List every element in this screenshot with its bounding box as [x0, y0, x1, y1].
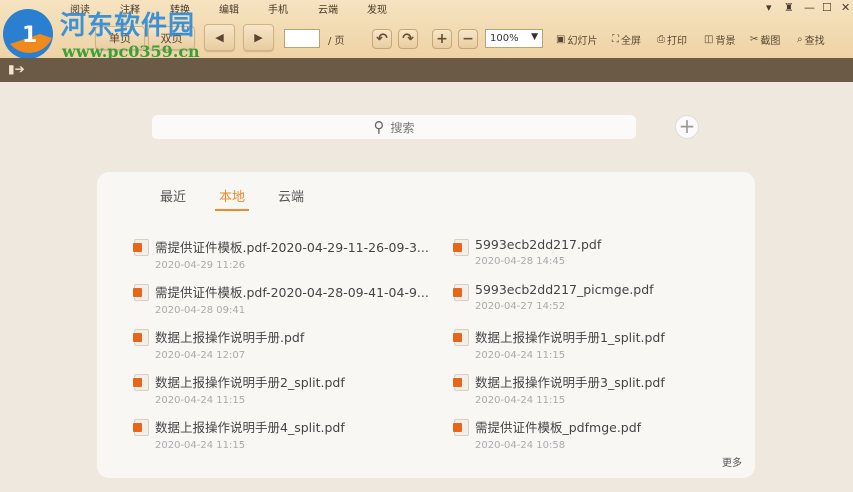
zoom-out-icon[interactable]: − [458, 29, 478, 49]
file-date: 2020-04-28 09:41 [155, 305, 246, 316]
background-button[interactable]: ◫ 背景 [704, 32, 735, 47]
file-item[interactable]: 需提供证件模板.pdf-2020-04-29-11-26-09-3... 2020… [133, 237, 429, 271]
file-item[interactable]: 5993ecb2dd217.pdf 2020-04-28 14:45 [453, 237, 602, 267]
file-item[interactable]: 数据上报操作说明手册3_split.pdf 2020-04-24 11:15 [453, 372, 665, 406]
file-name: 数据上报操作说明手册3_split.pdf [475, 375, 665, 390]
file-name: 5993ecb2dd217_picmge.pdf [475, 282, 654, 297]
pdf-file-icon [453, 239, 469, 256]
file-date: 2020-04-24 10:58 [475, 440, 566, 451]
background-label: 背景 [715, 36, 736, 47]
pdf-file-icon [133, 239, 149, 256]
page-number-input[interactable] [284, 29, 320, 48]
file-name: 5993ecb2dd217.pdf [475, 237, 602, 252]
pdf-file-icon [453, 329, 469, 346]
file-item[interactable]: 数据上报操作说明手册.pdf 2020-04-24 12:07 [133, 327, 305, 361]
skin-icon[interactable]: ▾ [766, 1, 772, 14]
pdf-file-icon [133, 284, 149, 301]
fullscreen-label: 全屏 [621, 36, 641, 47]
search-icon: ⚲ [373, 118, 385, 136]
print-button[interactable]: ⎙ 打印 [657, 32, 687, 47]
tab-recent[interactable]: 最近 [160, 186, 186, 205]
shirt-icon[interactable]: ♜ [784, 1, 794, 14]
tab-local[interactable]: 本地 [215, 186, 250, 211]
zoom-select[interactable]: 100% ▼ [485, 29, 543, 48]
minimize-icon[interactable]: — [804, 1, 815, 14]
file-panel: 最近 本地 云端 需提供证件模板.pdf-2020-04-29-11-26-09… [97, 172, 755, 478]
menu-mobile[interactable]: 手机 [268, 1, 288, 16]
screenshot-button[interactable]: ✂ 截图 [750, 32, 780, 47]
file-date: 2020-04-28 14:45 [475, 256, 566, 267]
search-placeholder: 搜索 [390, 120, 415, 135]
tab-cloud[interactable]: 云端 [278, 186, 304, 205]
find-label: 查找 [804, 36, 825, 47]
menu-discover[interactable]: 发现 [367, 1, 387, 16]
svg-text:1: 1 [22, 23, 37, 48]
file-item[interactable]: 数据上报操作说明手册1_split.pdf 2020-04-24 11:15 [453, 327, 665, 361]
fullscreen-button[interactable]: ⛶ 全屏 [612, 32, 641, 47]
maximize-icon[interactable]: ☐ [822, 1, 832, 14]
pdf-file-icon [133, 419, 149, 436]
zoom-value: 100% [490, 33, 519, 44]
file-date: 2020-04-24 11:15 [475, 350, 566, 361]
print-label: 打印 [667, 36, 687, 47]
file-item[interactable]: 需提供证件模板.pdf-2020-04-28-09-41-04-9... 2020… [133, 282, 429, 316]
file-item[interactable]: 数据上报操作说明手册2_split.pdf 2020-04-24 11:15 [133, 372, 345, 406]
menu-cloud[interactable]: 云端 [318, 1, 338, 16]
watermark-title: 河东软件园 [60, 11, 196, 41]
prev-page-button[interactable]: ◀ [204, 24, 235, 51]
pdf-file-icon [453, 419, 469, 436]
watermark-logo: 1 [3, 9, 53, 59]
background-icon: ◫ [704, 34, 714, 45]
file-date: 2020-04-27 14:52 [475, 301, 566, 312]
slideshow-label: 幻灯片 [567, 36, 598, 47]
file-date: 2020-04-24 11:15 [155, 440, 246, 451]
slideshow-icon: ▣ [556, 34, 566, 45]
screenshot-label: 截图 [760, 36, 781, 47]
file-name: 需提供证件模板.pdf-2020-04-28-09-41-04-9... [155, 285, 429, 300]
file-item[interactable]: 数据上报操作说明手册4_split.pdf 2020-04-24 11:15 [133, 417, 345, 451]
file-date: 2020-04-24 11:15 [475, 395, 566, 406]
file-item[interactable]: 需提供证件模板_pdfmge.pdf 2020-04-24 10:58 [453, 417, 642, 451]
redo-icon[interactable]: ↷ [398, 29, 418, 49]
side-toolbar: ▮➔ [0, 58, 853, 82]
more-link[interactable]: 更多 [722, 454, 742, 469]
page-suffix: / 页 [328, 36, 345, 47]
pdf-file-icon [133, 374, 149, 391]
menu-edit[interactable]: 编辑 [219, 1, 239, 16]
undo-icon[interactable]: ↶ [372, 29, 392, 49]
search-input[interactable]: ⚲ 搜索 [152, 115, 636, 139]
file-date: 2020-04-24 12:07 [155, 350, 246, 361]
close-icon[interactable]: ✕ [841, 1, 850, 14]
expand-sidebar-icon[interactable]: ▮➔ [8, 62, 25, 76]
file-name: 数据上报操作说明手册4_split.pdf [155, 420, 345, 435]
add-button[interactable]: + [675, 115, 699, 139]
fullscreen-icon: ⛶ [612, 34, 619, 45]
search-icon: ⌕ [797, 34, 803, 45]
pdf-file-icon [453, 374, 469, 391]
slideshow-button[interactable]: ▣ 幻灯片 [556, 32, 597, 47]
print-icon: ⎙ [657, 34, 665, 45]
file-date: 2020-04-24 11:15 [155, 395, 246, 406]
file-name: 需提供证件模板_pdfmge.pdf [475, 420, 642, 435]
file-name: 数据上报操作说明手册2_split.pdf [155, 375, 345, 390]
scissors-icon: ✂ [750, 34, 759, 45]
file-item[interactable]: 5993ecb2dd217_picmge.pdf 2020-04-27 14:52 [453, 282, 654, 312]
file-name: 数据上报操作说明手册1_split.pdf [475, 330, 665, 345]
file-name: 数据上报操作说明手册.pdf [155, 330, 305, 345]
toolbar-area: 阅读 注释 转换 编辑 手机 云端 发现 ▾ ♜ — ☐ ✕ 单页 双页 ◀ ▶… [0, 0, 853, 61]
file-name: 需提供证件模板.pdf-2020-04-29-11-26-09-3... [155, 240, 429, 255]
find-button[interactable]: ⌕ 查找 [797, 32, 825, 47]
pdf-file-icon [453, 284, 469, 301]
zoom-in-icon[interactable]: + [432, 29, 452, 49]
next-page-button[interactable]: ▶ [243, 24, 274, 51]
chevron-down-icon: ▼ [531, 32, 538, 42]
file-date: 2020-04-29 11:26 [155, 260, 246, 271]
pdf-file-icon [133, 329, 149, 346]
